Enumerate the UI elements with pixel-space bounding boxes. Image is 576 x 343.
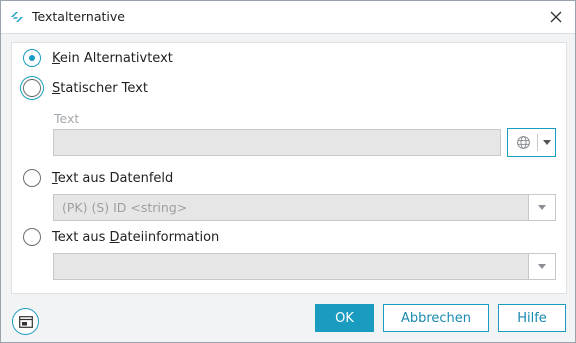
static-text-field-label: Text: [54, 111, 80, 126]
option-datafield-text[interactable]: Text aus Datenfeld: [23, 169, 173, 187]
help-button[interactable]: Hilfe: [498, 304, 566, 332]
options-panel: Kein Alternativtext Statischer Text Text…: [11, 42, 567, 294]
globe-icon: [517, 136, 530, 149]
close-button[interactable]: [543, 4, 569, 30]
radio-fileinfo-text[interactable]: [23, 228, 41, 246]
chevron-down-icon: [538, 205, 546, 210]
text-alternative-app-icon: [11, 12, 23, 22]
static-text-input[interactable]: [53, 129, 501, 156]
language-button[interactable]: [507, 128, 556, 157]
radio-static-text[interactable]: [23, 79, 41, 97]
language-button-separator: [537, 134, 538, 151]
dialog-window: Textalternative Kein Alternativtext Stat…: [0, 0, 576, 343]
chevron-down-icon: [543, 140, 551, 145]
ok-button[interactable]: OK: [315, 304, 374, 332]
option-fileinfo-text[interactable]: Text aus Dateiinformation: [23, 228, 219, 246]
option-static-text[interactable]: Statischer Text: [23, 79, 148, 97]
option-no-alt-text-label: Kein Alternativtext: [52, 50, 173, 66]
close-icon: [550, 11, 562, 23]
chevron-down-icon: [538, 264, 546, 269]
window-mode-button[interactable]: [12, 308, 39, 335]
dialog-title: Textalternative: [32, 9, 125, 24]
cancel-button[interactable]: Abbrechen: [383, 304, 489, 332]
datafield-select[interactable]: (PK) (S) ID <string>: [53, 194, 556, 221]
fileinfo-select[interactable]: [53, 253, 556, 280]
datafield-select-dropdown[interactable]: [528, 195, 555, 220]
option-static-text-label: Statischer Text: [52, 80, 148, 96]
option-no-alt-text[interactable]: Kein Alternativtext: [23, 49, 173, 67]
datafield-select-value: (PK) (S) ID <string>: [62, 200, 188, 215]
radio-no-alt-text[interactable]: [23, 49, 41, 67]
option-datafield-text-label: Text aus Datenfeld: [52, 170, 174, 186]
option-fileinfo-text-label: Text aus Dateiinformation: [52, 229, 220, 245]
radio-datafield-text[interactable]: [23, 169, 41, 187]
fileinfo-select-dropdown[interactable]: [528, 254, 555, 279]
window-layout-icon: [18, 315, 33, 328]
title-bar: Textalternative: [1, 1, 575, 34]
